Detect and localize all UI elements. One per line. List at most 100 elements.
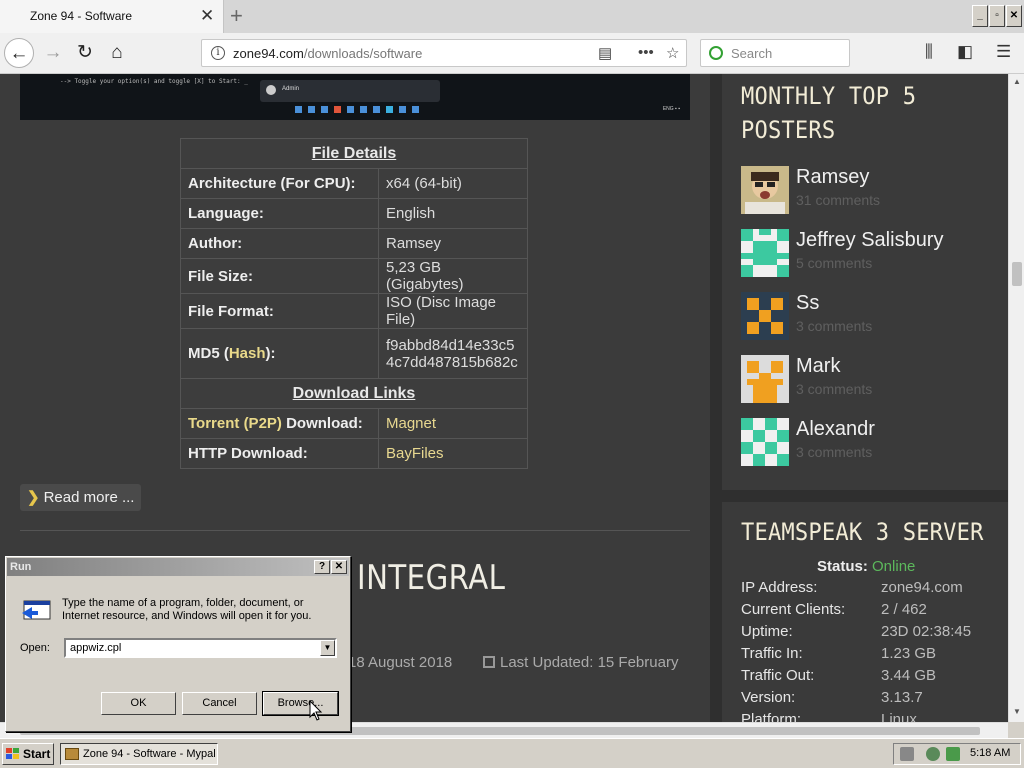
screenshot-tray: ENG ▪ ▪: [662, 106, 680, 112]
ts-traffic-out-label: Traffic Out:: [741, 667, 815, 684]
http-download-label: HTTP Download:: [180, 438, 379, 469]
table-row: Language: English: [180, 198, 528, 229]
browser-icon: [65, 748, 79, 760]
file-format-value: ISO (Disc Image File): [378, 293, 528, 329]
poster-item[interactable]: Jeffrey Salisbury 5 comments: [741, 229, 991, 279]
url-text[interactable]: zone94.com/downloads/software: [233, 46, 422, 61]
ts-platform-label: Platform:: [741, 711, 802, 722]
start-button[interactable]: Start: [2, 743, 54, 765]
table-row: File Format: ISO (Disc Image File): [180, 293, 528, 329]
screenshot-terminal-text: --> Toggle your option(s) and toggle [X]…: [60, 78, 248, 85]
magnet-link[interactable]: Magnet: [378, 408, 528, 439]
post-date: 18 August 2018: [348, 654, 453, 671]
avatar: [741, 229, 789, 277]
restore-button[interactable]: ▫: [989, 5, 1005, 27]
taskbar-item-browser[interactable]: Zone 94 - Software - Mypal: [60, 743, 218, 765]
reload-button[interactable]: ↻: [70, 38, 100, 68]
top-posters-widget: MONTHLY TOP 5 POSTERS Ramsey 31 comments…: [722, 74, 1008, 490]
table-row: Torrent (P2P) Download: Magnet: [180, 408, 528, 439]
chevron-down-icon[interactable]: ▼: [320, 640, 335, 656]
volume-icon[interactable]: [946, 747, 960, 761]
post-divider: [20, 530, 690, 531]
ts-uptime-label: Uptime:: [741, 623, 793, 640]
file-details-heading: File Details: [180, 138, 528, 169]
browse-button[interactable]: Browse...: [262, 691, 339, 716]
ok-button[interactable]: OK: [101, 692, 176, 715]
status-badge: Online: [872, 558, 916, 575]
clock[interactable]: 5:18 AM: [970, 747, 1010, 759]
home-button[interactable]: ⌂: [102, 38, 132, 68]
poster-comments: 3 comments: [796, 381, 873, 397]
poster-item[interactable]: Ss 3 comments: [741, 292, 991, 342]
minimize-button[interactable]: _: [972, 5, 988, 27]
article-screenshot: --> Toggle your option(s) and toggle [X]…: [20, 74, 690, 120]
close-icon[interactable]: ✕: [331, 560, 347, 574]
file-size-label: File Size:: [180, 258, 379, 294]
poster-name[interactable]: Ss: [796, 292, 819, 315]
vertical-scrollbar[interactable]: ▲ ▼: [1008, 74, 1024, 722]
top-posters-title-line2: POSTERS: [741, 116, 836, 144]
open-input[interactable]: appwiz.cpl: [64, 638, 337, 658]
tab-bar: Zone 94 - Software ✕ + _ ▫ ✕: [0, 0, 1024, 33]
cancel-button[interactable]: Cancel: [182, 692, 257, 715]
scroll-up-icon[interactable]: ▲: [1011, 76, 1023, 88]
page-actions-icon[interactable]: •••: [638, 44, 654, 61]
table-row: Architecture (For CPU): x64 (64-bit): [180, 168, 528, 199]
poster-item[interactable]: Mark 3 comments: [741, 355, 991, 405]
sidebar-toggle-icon[interactable]: ◧: [957, 42, 973, 62]
avatar: [741, 292, 789, 340]
chevron-right-icon: ❯: [27, 489, 40, 506]
system-tray: 5:18 AM: [893, 743, 1021, 765]
table-row: HTTP Download: BayFiles: [180, 438, 528, 469]
scroll-down-icon[interactable]: ▼: [1011, 706, 1023, 718]
poster-item[interactable]: Ramsey 31 comments: [741, 166, 991, 216]
ts-version-label: Version:: [741, 689, 796, 706]
tab-active[interactable]: Zone 94 - Software ✕: [0, 0, 224, 33]
poster-name[interactable]: Alexandr: [796, 418, 875, 441]
nav-bar: ← → ↻ ⌂ i zone94.com/downloads/software …: [0, 33, 1024, 74]
url-bar[interactable]: i zone94.com/downloads/software ▤ ••• ☆: [201, 39, 687, 67]
screenshot-taskbar-icons: [295, 106, 435, 116]
poster-name[interactable]: Jeffrey Salisbury: [796, 229, 943, 252]
poster-name[interactable]: Ramsey: [796, 166, 869, 189]
help-button[interactable]: ?: [314, 560, 330, 574]
poster-name[interactable]: Mark: [796, 355, 840, 378]
run-dialog: Run ? ✕ Type the name of a program, fold…: [5, 556, 351, 732]
architecture-label: Architecture (For CPU):: [180, 168, 379, 199]
file-size-value: 5,23 GB (Gigabytes): [378, 258, 528, 294]
keyboard-icon[interactable]: [900, 747, 914, 761]
author-value: Ramsey: [378, 228, 528, 259]
ts-version-value: 3.13.7: [881, 689, 923, 706]
screenshot-avatar-icon: [266, 85, 276, 95]
scroll-thumb[interactable]: [1012, 262, 1022, 286]
screenshot-user-name: Admin: [282, 86, 300, 92]
search-placeholder: Search: [731, 46, 773, 61]
ts-clients-value: 2 / 462: [881, 601, 927, 618]
open-label: Open:: [20, 642, 50, 654]
md5-label: MD5 (Hash):: [180, 328, 379, 379]
network-icon[interactable]: [926, 747, 940, 761]
ts-ip-value: zone94.com: [881, 579, 963, 596]
back-button[interactable]: ←: [4, 38, 34, 68]
architecture-value: x64 (64-bit): [378, 168, 528, 199]
menu-icon[interactable]: ☰: [996, 42, 1011, 62]
library-icon[interactable]: ⫼: [925, 42, 933, 62]
poster-item[interactable]: Alexandr 3 comments: [741, 418, 991, 468]
mouse-cursor-icon: [309, 700, 323, 721]
forward-button[interactable]: →: [38, 38, 68, 68]
bayfiles-link[interactable]: BayFiles: [378, 438, 528, 469]
ts-traffic-in-label: Traffic In:: [741, 645, 803, 662]
search-input[interactable]: Search: [700, 39, 850, 67]
reader-view-icon[interactable]: ▤: [598, 44, 612, 62]
bookmark-star-icon[interactable]: ☆: [666, 44, 679, 62]
run-dialog-titlebar[interactable]: Run ? ✕: [7, 558, 349, 576]
md5-value: f9abbd84d14e33c5 4c7dd487815b682c: [378, 328, 528, 379]
read-more-button[interactable]: ❯ Read more ...: [20, 484, 141, 511]
poster-comments: 5 comments: [796, 255, 873, 271]
run-dialog-title: Run: [10, 561, 32, 573]
info-icon[interactable]: i: [211, 46, 225, 60]
window-close-button[interactable]: ✕: [1006, 5, 1022, 27]
tab-close-icon[interactable]: ✕: [200, 6, 214, 26]
ts-clients-label: Current Clients:: [741, 601, 846, 618]
new-tab-button[interactable]: +: [230, 3, 243, 29]
